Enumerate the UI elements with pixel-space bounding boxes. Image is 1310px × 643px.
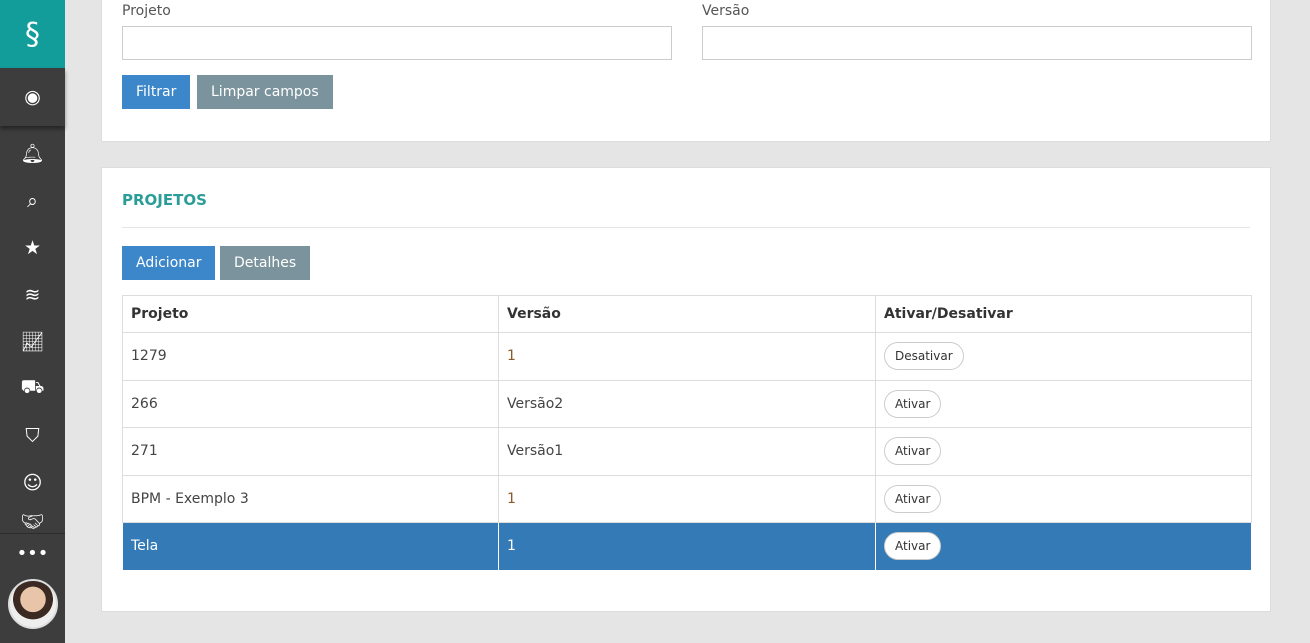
ativar-button[interactable]: Ativar — [884, 437, 942, 466]
projeto-cell: 266 — [122, 379, 499, 428]
projetos-card: PROJETOS Adicionar Detalhes Projeto Vers… — [101, 167, 1271, 612]
ativar-button[interactable]: Ativar — [884, 389, 942, 418]
projetos-table: Projeto Versão Ativar/Desativar 1279 1 Des… — [122, 295, 1252, 571]
projeto-label: Projeto — [122, 3, 171, 19]
limpar-campos-button[interactable]: Limpar campos — [197, 75, 333, 109]
action-cell: Desativar — [875, 332, 1252, 381]
table-row-selected[interactable]: Tela 1 Ativar — [122, 522, 1252, 571]
avatar[interactable] — [8, 579, 58, 629]
sidebar: § ◉ 🔔︎ ⌕ ★ ≋ 📈︎ ⛟ ⛉ ☺ 🤝︎ ••• — [0, 0, 65, 643]
versao-cell: Versão2 — [498, 379, 876, 428]
user-profile-icon[interactable]: ◉ — [0, 68, 65, 126]
projeto-input[interactable] — [122, 26, 672, 60]
versao-label: Versão — [702, 3, 750, 19]
table-row[interactable]: BPM - Exemplo 3 1 Ativar — [122, 474, 1252, 523]
table-row[interactable]: 1279 1 Desativar — [122, 332, 1252, 381]
layers-icon[interactable]: ≋ — [0, 271, 65, 318]
action-cell: Ativar — [875, 427, 1252, 476]
projeto-cell: 271 — [122, 427, 499, 476]
table-header: Projeto Versão Ativar/Desativar — [122, 295, 1252, 333]
chart-icon[interactable]: 📈︎ — [0, 318, 65, 365]
desativar-button[interactable]: Desativar — [884, 342, 964, 371]
bell-icon[interactable]: 🔔︎ — [0, 130, 65, 177]
projeto-cell: 1279 — [122, 332, 499, 381]
star-icon[interactable]: ★ — [0, 224, 65, 271]
versao-cell: 1 — [498, 332, 876, 381]
handshake-icon[interactable]: 🤝︎ — [0, 506, 65, 536]
table-row[interactable]: 271 Versão1 Ativar — [122, 427, 1252, 476]
action-cell: Ativar — [875, 474, 1252, 523]
versao-input[interactable] — [702, 26, 1252, 60]
versao-cell: Versão1 — [498, 427, 876, 476]
column-header[interactable]: Versão — [498, 295, 876, 333]
team-icon[interactable]: ☺ — [0, 459, 65, 506]
table-row[interactable]: 266 Versão2 Ativar — [122, 379, 1252, 428]
action-cell: Ativar — [875, 522, 1252, 571]
more-icon[interactable]: ••• — [0, 533, 65, 573]
ativar-button[interactable]: Ativar — [884, 484, 942, 513]
shield-icon[interactable]: ⛉ — [0, 412, 65, 459]
column-header[interactable]: Projeto — [122, 295, 499, 333]
action-cell: Ativar — [875, 379, 1252, 428]
filtrar-button[interactable]: Filtrar — [122, 75, 191, 109]
column-header[interactable]: Ativar/Desativar — [875, 295, 1252, 333]
tractor-icon[interactable]: ⛟ — [0, 365, 65, 412]
section-title: PROJETOS — [122, 191, 207, 209]
detalhes-button[interactable]: Detalhes — [220, 246, 311, 280]
filter-card: Projeto Versão Filtrar Limpar campos — [101, 0, 1271, 142]
ativar-button[interactable]: Ativar — [884, 532, 942, 561]
divider — [122, 227, 1250, 228]
projeto-cell: Tela — [122, 522, 499, 571]
adicionar-button[interactable]: Adicionar — [122, 246, 216, 280]
logo-icon[interactable]: § — [0, 0, 65, 68]
projeto-cell: BPM - Exemplo 3 — [122, 474, 499, 523]
versao-cell: 1 — [498, 474, 876, 523]
versao-cell: 1 — [498, 522, 876, 571]
search-icon[interactable]: ⌕ — [0, 177, 65, 224]
